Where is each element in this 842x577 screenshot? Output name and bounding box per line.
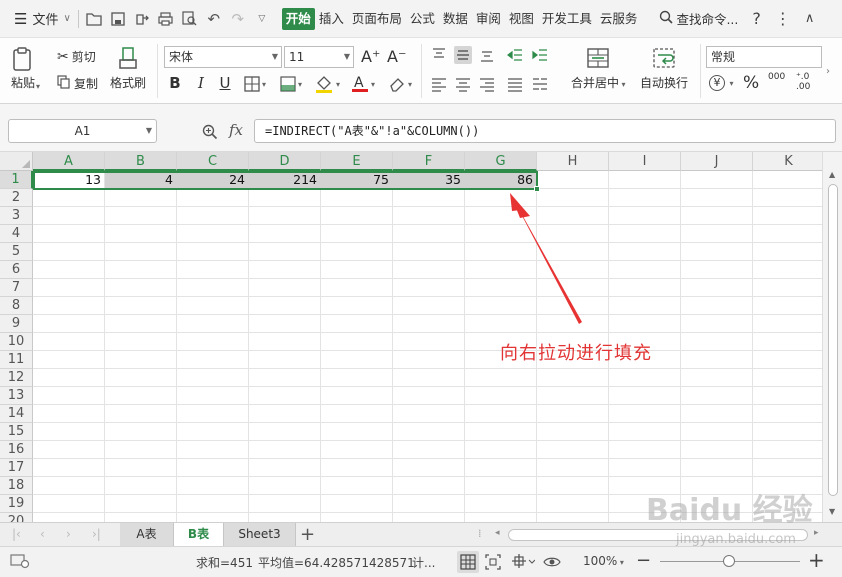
zoom-out-button[interactable]: − bbox=[636, 550, 651, 571]
arrow-tip bbox=[510, 193, 521, 211]
next-sheet-icon[interactable]: › bbox=[66, 527, 71, 541]
eye-protection-button[interactable] bbox=[543, 553, 561, 572]
annotation-text: 向右拉动进行填充 bbox=[500, 343, 652, 364]
zoom-slider-thumb[interactable] bbox=[723, 555, 735, 567]
tab-splitter-icon[interactable]: ⁞ bbox=[478, 527, 482, 540]
sheet-tab-a[interactable]: A表 bbox=[120, 523, 174, 546]
page-break-icon bbox=[485, 554, 501, 570]
baidu-url-watermark: jingyan.baidu.com bbox=[676, 532, 796, 547]
status-bar: 求和=451 平均值=64.428571428571 计... 100% ▾ −… bbox=[0, 546, 842, 577]
macro-record-icon[interactable] bbox=[10, 553, 30, 572]
eye-icon bbox=[543, 557, 561, 567]
zoom-in-button[interactable]: + bbox=[808, 548, 825, 572]
page-break-view-button[interactable] bbox=[485, 554, 501, 573]
normal-view-button[interactable] bbox=[457, 551, 479, 573]
first-sheet-icon[interactable]: |‹ bbox=[12, 527, 21, 541]
last-sheet-icon[interactable]: ›| bbox=[92, 527, 101, 541]
hscroll-right-icon[interactable]: ▸ bbox=[814, 528, 819, 538]
sheet-tab-label: B表 bbox=[187, 527, 210, 541]
grid-view-icon bbox=[460, 554, 476, 570]
sheet-tab-sheet3[interactable]: Sheet3 bbox=[224, 523, 296, 546]
add-sheet-button[interactable]: + bbox=[300, 524, 315, 545]
prev-sheet-icon[interactable]: ‹ bbox=[40, 527, 45, 541]
status-count: 计... bbox=[412, 556, 436, 570]
hscroll-left-icon[interactable]: ◂ bbox=[495, 528, 500, 538]
sheet-tab-b[interactable]: B表 bbox=[174, 523, 224, 546]
zoom-level[interactable]: 100% ▾ bbox=[583, 554, 624, 568]
status-sum: 求和=451 bbox=[196, 556, 253, 570]
reading-mode-icon bbox=[512, 554, 536, 568]
baidu-logo-watermark: Baidu 经验 bbox=[646, 493, 813, 528]
sheet-tab-label: A表 bbox=[136, 527, 157, 541]
reading-mode-button[interactable] bbox=[511, 553, 536, 572]
sheet-tab-label: Sheet3 bbox=[238, 527, 281, 541]
status-average: 平均值=64.428571428571 bbox=[258, 556, 415, 570]
